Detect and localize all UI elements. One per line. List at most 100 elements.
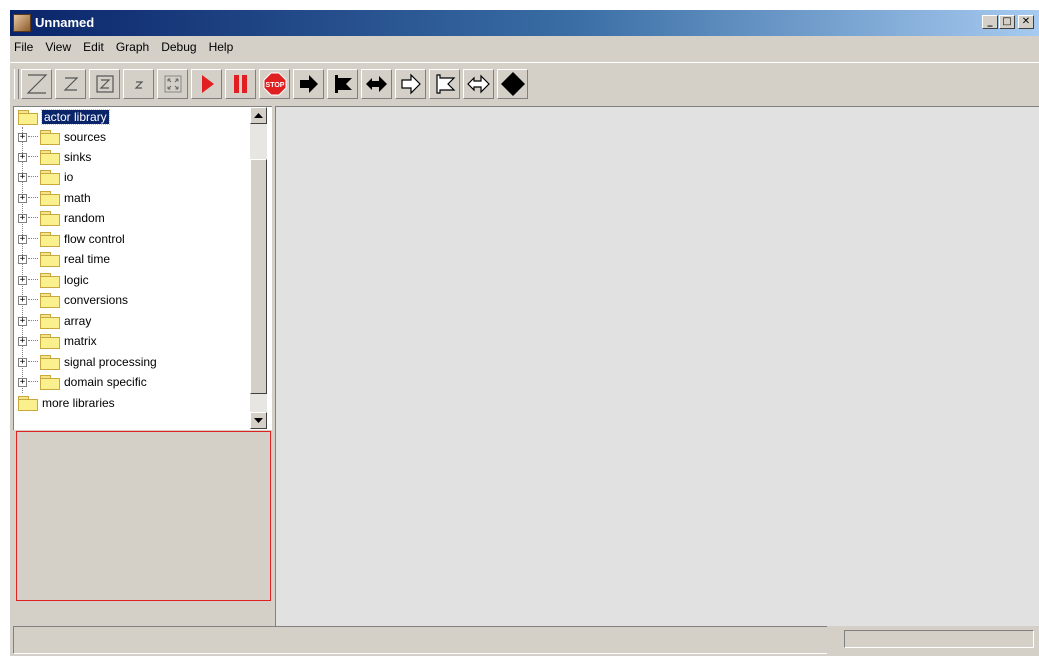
menu-debug[interactable]: Debug: [155, 37, 202, 54]
folder-open-icon: [18, 110, 38, 125]
step-flag-button[interactable]: [327, 69, 358, 99]
expand-plus-icon[interactable]: +: [18, 152, 27, 162]
folder-icon: [40, 273, 60, 288]
expand-plus-icon[interactable]: +: [18, 132, 27, 142]
tree-node-math[interactable]: + math: [18, 188, 91, 208]
tree-node-label: sources: [64, 130, 107, 144]
tree-node-conversions[interactable]: + conversions: [18, 290, 128, 310]
folder-icon: [40, 150, 60, 165]
expand-plus-icon[interactable]: +: [18, 213, 27, 223]
tree-node-label: more libraries: [42, 396, 115, 410]
zoom-out-button[interactable]: [123, 69, 154, 99]
tree-node-label: random: [64, 211, 105, 225]
expand-plus-icon[interactable]: +: [18, 254, 27, 264]
actor-library-tree[interactable]: actor library + sources + sinks + io + math …: [13, 106, 272, 430]
zoom-in-button[interactable]: [55, 69, 86, 99]
tree-node-sinks[interactable]: + sinks: [18, 147, 91, 167]
tree-node-label: real time: [64, 252, 111, 266]
expand-plus-icon[interactable]: +: [18, 357, 27, 367]
menu-edit[interactable]: Edit: [77, 37, 110, 54]
folder-icon: [40, 170, 60, 185]
tree-node-logic[interactable]: + logic: [18, 270, 89, 290]
step-out-double-button[interactable]: [463, 69, 494, 99]
folder-icon: [40, 191, 60, 206]
stop-icon-text: STOP: [265, 82, 284, 89]
expand-plus-icon[interactable]: +: [18, 193, 27, 203]
tree-node-label: domain specific: [64, 375, 147, 389]
menu-graph[interactable]: Graph: [110, 37, 155, 54]
tree-node-matrix[interactable]: + matrix: [18, 331, 97, 351]
tree-node-array[interactable]: + array: [18, 311, 91, 331]
graph-editor-canvas[interactable]: [275, 106, 1039, 626]
breakpoint-button[interactable]: [497, 69, 528, 99]
run-button[interactable]: [191, 69, 222, 99]
menu-view[interactable]: View: [39, 37, 77, 54]
step-button[interactable]: [293, 69, 324, 99]
tree-node-signal-processing[interactable]: + signal processing: [18, 352, 157, 372]
arrow-right-white-icon: [396, 70, 425, 98]
flag-white-icon: [430, 70, 459, 98]
step-out-flag-button[interactable]: [429, 69, 460, 99]
scroll-thumb[interactable]: [250, 159, 267, 394]
step-out-button[interactable]: [395, 69, 426, 99]
folder-icon: [40, 293, 60, 308]
tree-node-domain-specific[interactable]: + domain specific: [18, 372, 147, 392]
title-bar[interactable]: Unnamed _ □ ✕: [10, 10, 1039, 36]
tree-node-flow-control[interactable]: + flow control: [18, 229, 125, 249]
zoom-reset-icon: [22, 70, 51, 98]
tree-node-more-libraries[interactable]: more libraries: [18, 393, 115, 413]
tree-node-real-time[interactable]: + real time: [18, 249, 110, 269]
toolbar: STOP: [10, 62, 1039, 102]
application-window: Unnamed _ □ ✕ File View Edit Graph Debug Help: [10, 10, 1039, 656]
expand-plus-icon[interactable]: +: [18, 377, 27, 387]
full-screen-button[interactable]: [157, 69, 188, 99]
pause-button[interactable]: [225, 69, 256, 99]
double-arrow-white-icon: [464, 70, 493, 98]
zoom-reset-button[interactable]: [21, 69, 52, 99]
expand-plus-icon[interactable]: +: [18, 234, 27, 244]
folder-icon: [40, 211, 60, 226]
library-panel: actor library + sources + sinks + io + math …: [13, 106, 272, 621]
stop-button[interactable]: STOP: [259, 69, 290, 99]
tree-node-label: sinks: [64, 150, 92, 164]
toolbar-grip[interactable]: [14, 69, 19, 99]
folder-icon: [40, 130, 60, 145]
maximize-icon: □: [1002, 16, 1012, 27]
tree-node-io[interactable]: + io: [18, 167, 73, 187]
tree-node-random[interactable]: + random: [18, 208, 105, 228]
expand-plus-icon[interactable]: +: [18, 336, 27, 346]
full-screen-icon: [158, 70, 187, 98]
tree-node-label: logic: [64, 273, 89, 287]
expand-plus-icon[interactable]: +: [18, 295, 27, 305]
minimize-icon: _: [987, 16, 993, 27]
stop-icon: STOP: [260, 70, 289, 98]
step-double-button[interactable]: [361, 69, 392, 99]
tree-node-actor-library[interactable]: actor library: [18, 107, 110, 127]
folder-icon: [18, 396, 38, 411]
folder-icon: [40, 355, 60, 370]
minimize-button[interactable]: _: [982, 15, 998, 29]
folder-icon: [40, 375, 60, 390]
progress-bar: [844, 630, 1034, 648]
tree-node-label: signal processing: [64, 355, 157, 369]
close-button[interactable]: ✕: [1018, 15, 1034, 29]
menu-help[interactable]: Help: [203, 37, 240, 54]
maximize-button[interactable]: □: [999, 15, 1015, 29]
arrow-up-icon: [254, 112, 263, 118]
tree-node-label: math: [64, 191, 91, 205]
graph-overview-panel[interactable]: [16, 431, 271, 601]
expand-plus-icon[interactable]: +: [18, 316, 27, 326]
expand-plus-icon[interactable]: +: [18, 172, 27, 182]
menu-file[interactable]: File: [10, 37, 39, 54]
scroll-up-button[interactable]: [250, 107, 267, 124]
scroll-down-button[interactable]: [250, 412, 267, 429]
zoom-fit-button[interactable]: [89, 69, 120, 99]
run-icon: [192, 70, 221, 98]
tree-vertical-scrollbar[interactable]: [250, 107, 267, 429]
tree-node-sources[interactable]: + sources: [18, 127, 106, 147]
tree-node-label: io: [64, 170, 74, 184]
folder-icon: [40, 252, 60, 267]
tree-node-label: array: [64, 314, 92, 328]
expand-plus-icon[interactable]: +: [18, 275, 27, 285]
arrow-down-icon: [254, 417, 263, 423]
